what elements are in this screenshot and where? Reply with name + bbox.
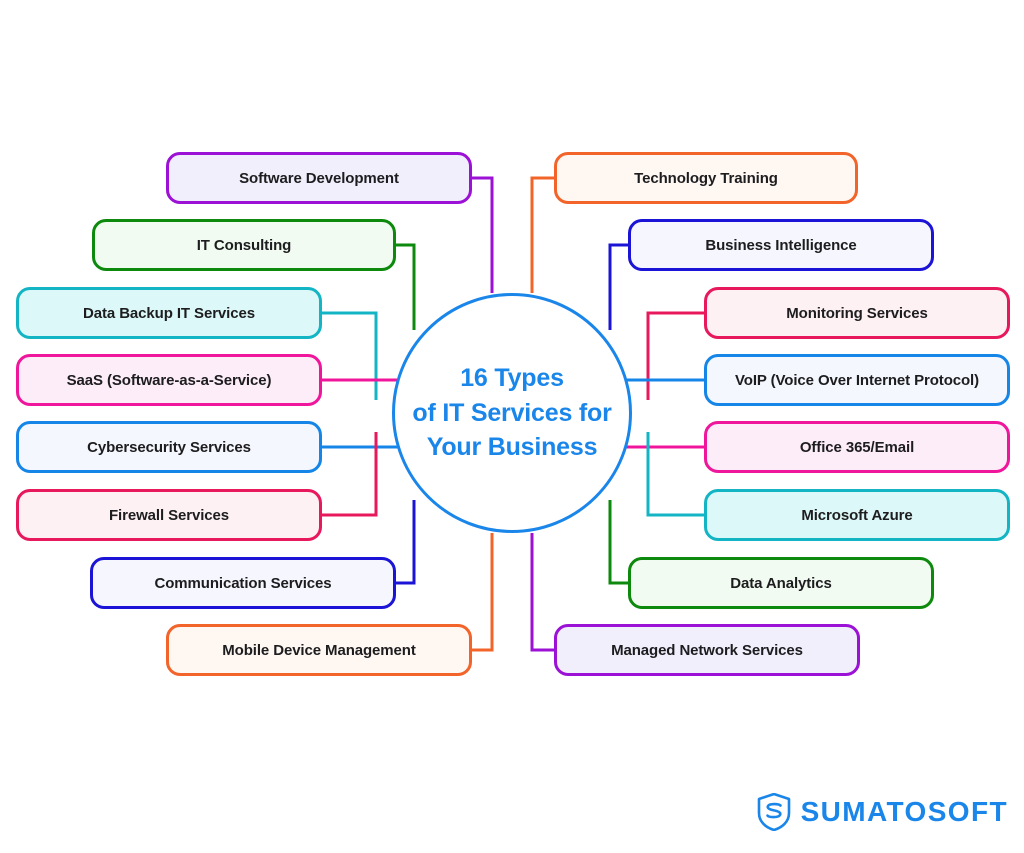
service-node-label: Cybersecurity Services xyxy=(87,438,251,456)
center-hub-title: 16 Types of IT Services for Your Busines… xyxy=(412,364,612,462)
connector-line xyxy=(322,311,378,400)
service-node-label: Monitoring Services xyxy=(786,304,928,322)
service-node-label: Software Development xyxy=(239,169,399,187)
service-node[interactable]: SaaS (Software-as-a-Service) xyxy=(16,354,322,406)
service-node[interactable]: Microsoft Azure xyxy=(704,489,1010,541)
service-node[interactable]: Data Backup IT Services xyxy=(16,287,322,339)
service-node[interactable]: Office 365/Email xyxy=(704,421,1010,473)
logo-wordmark: SUMATOSOFT xyxy=(800,796,1008,827)
service-node-label: SaaS (Software-as-a-Service) xyxy=(66,371,272,389)
brand-logo: SUMATOSOFT xyxy=(757,793,1008,831)
service-node[interactable]: Technology Training xyxy=(554,152,858,204)
service-node[interactable]: Business Intelligence xyxy=(628,219,934,271)
center-hub: 16 Types of IT Services for Your Busines… xyxy=(392,293,632,533)
service-node-label: VoIP (Voice Over Internet Protocol) xyxy=(734,371,980,389)
service-node-label: Data Analytics xyxy=(730,574,832,592)
connector-line xyxy=(530,533,554,652)
service-node-label: Firewall Services xyxy=(108,506,230,524)
service-node[interactable]: Software Development xyxy=(166,152,472,204)
service-node-label: Managed Network Services xyxy=(611,641,803,659)
service-node-label: Data Backup IT Services xyxy=(83,304,255,322)
connector-line xyxy=(472,533,494,652)
service-node[interactable]: Communication Services xyxy=(90,557,396,609)
service-node-label: Communication Services xyxy=(154,574,332,592)
service-node-label: Mobile Device Management xyxy=(222,641,416,659)
service-node-label: Business Intelligence xyxy=(705,236,857,254)
connector-line xyxy=(646,311,704,400)
service-node-label: Microsoft Azure xyxy=(801,506,913,524)
connector-line xyxy=(608,500,628,585)
connector-line xyxy=(608,243,628,330)
connector-line xyxy=(396,500,416,585)
connector-line xyxy=(322,432,378,517)
service-node-label: Technology Training xyxy=(634,169,778,187)
sumatosoft-shield-icon xyxy=(757,793,790,831)
connector-line xyxy=(472,176,494,293)
service-node[interactable]: IT Consulting xyxy=(92,219,396,271)
service-node-label: Office 365/Email xyxy=(799,438,915,456)
connector-line xyxy=(396,243,416,330)
service-node[interactable]: Managed Network Services xyxy=(554,624,860,676)
service-node[interactable]: Firewall Services xyxy=(16,489,322,541)
service-node[interactable]: Cybersecurity Services xyxy=(16,421,322,473)
service-node[interactable]: VoIP (Voice Over Internet Protocol) xyxy=(704,354,1010,406)
service-node[interactable]: Mobile Device Management xyxy=(166,624,472,676)
service-node-label: IT Consulting xyxy=(196,236,292,254)
service-node[interactable]: Monitoring Services xyxy=(704,287,1010,339)
diagram-canvas: Software Development IT Consulting Data Ba… xyxy=(0,0,1024,853)
connector-line xyxy=(530,176,554,293)
connector-line xyxy=(646,432,704,517)
service-node[interactable]: Data Analytics xyxy=(628,557,934,609)
